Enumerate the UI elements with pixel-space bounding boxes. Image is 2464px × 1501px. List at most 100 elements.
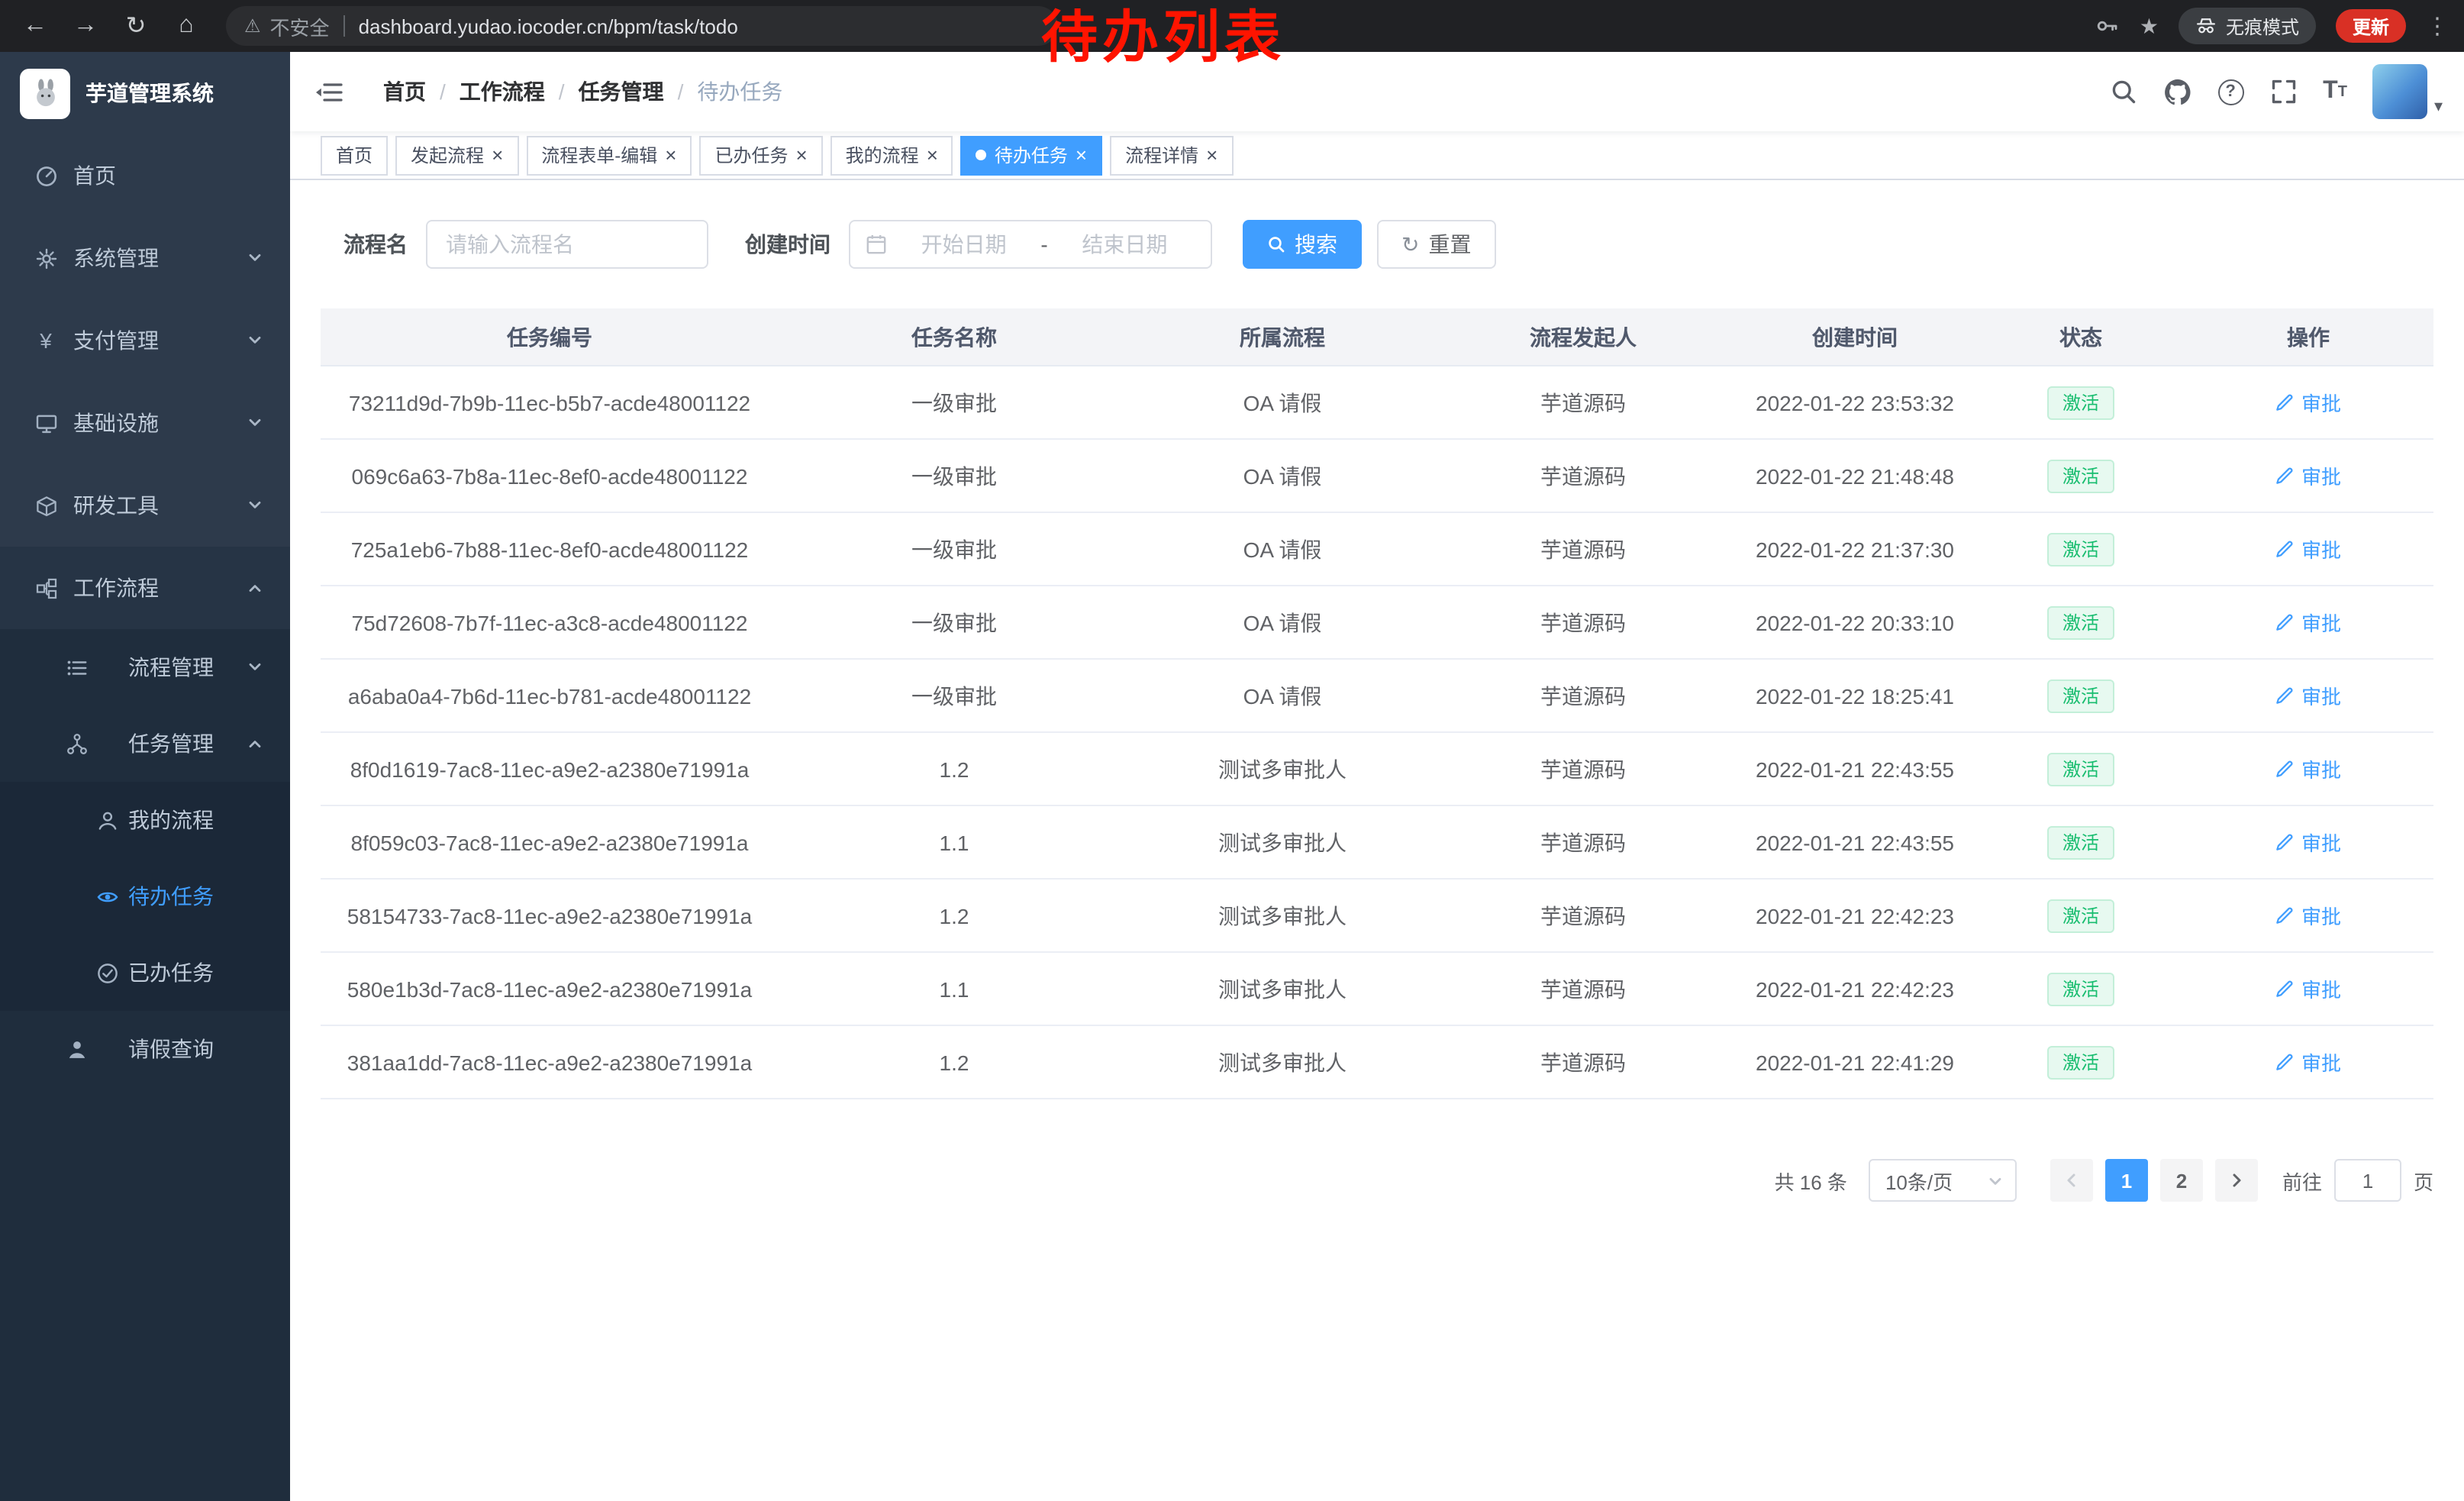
tab-process-detail[interactable]: 流程详情 ×: [1110, 135, 1233, 175]
cell-task-name: 1.1: [779, 976, 1130, 1001]
browser-menu-icon[interactable]: ⋮: [2426, 12, 2449, 40]
chevron-down-icon: [247, 250, 263, 266]
chevron-down-icon: [247, 415, 263, 431]
update-label: 更新: [2353, 13, 2389, 39]
approve-link[interactable]: 审批: [2275, 608, 2341, 637]
search-icon[interactable]: [2109, 78, 2137, 105]
breadcrumb-task-management[interactable]: 任务管理: [579, 76, 664, 107]
sidebar-item-system[interactable]: 系统管理: [0, 217, 290, 299]
sidebar-item-done-tasks[interactable]: 已办任务: [0, 934, 290, 1011]
eye-icon: [95, 884, 119, 909]
close-icon[interactable]: ×: [492, 145, 503, 165]
date-range-picker[interactable]: 开始日期 - 结束日期: [849, 220, 1212, 269]
breadcrumb: 首页 / 工作流程 / 任务管理 / 待办任务: [383, 76, 782, 107]
sidebar-item-dev-tools[interactable]: 研发工具: [0, 464, 290, 547]
cell-task-id: 75d72608-7b7f-11ec-a3c8-acde48001122: [321, 610, 779, 634]
caret-down-icon: ▾: [2434, 96, 2443, 119]
tab-home[interactable]: 首页: [321, 135, 388, 175]
breadcrumb-workflow[interactable]: 工作流程: [460, 76, 545, 107]
address-bar[interactable]: ⚠ 不安全 dashboard.yudao.iocoder.cn/bpm/tas…: [226, 6, 1058, 46]
app-logo[interactable]: 芋道管理系统: [0, 52, 290, 134]
search-button[interactable]: 搜索: [1243, 220, 1362, 269]
close-icon[interactable]: ×: [927, 145, 938, 165]
update-button[interactable]: 更新: [2336, 9, 2406, 43]
tab-todo-tasks[interactable]: 待办任务 ×: [961, 135, 1102, 175]
edit-icon: [2275, 466, 2295, 486]
edit-icon: [2275, 1052, 2295, 1072]
approve-link[interactable]: 审批: [2275, 388, 2341, 417]
approve-link[interactable]: 审批: [2275, 681, 2341, 710]
sidebar-item-payment[interactable]: ¥ 支付管理: [0, 299, 290, 382]
breadcrumb-separator: /: [678, 79, 684, 104]
approve-link[interactable]: 审批: [2275, 534, 2341, 563]
sidebar-item-label: 流程管理: [128, 652, 214, 683]
home-icon[interactable]: ⌂: [171, 12, 202, 40]
close-icon[interactable]: ×: [1076, 145, 1087, 165]
cell-initiator: 芋道源码: [1435, 680, 1731, 711]
tab-my-processes[interactable]: 我的流程 ×: [830, 135, 953, 175]
forward-icon[interactable]: →: [70, 12, 101, 40]
breadcrumb-home[interactable]: 首页: [383, 76, 426, 107]
edit-icon: [2275, 905, 2295, 925]
close-icon[interactable]: ×: [795, 145, 807, 165]
font-size-icon[interactable]: TT: [2323, 78, 2347, 105]
tab-start-process[interactable]: 发起流程 ×: [395, 135, 518, 175]
approve-link[interactable]: 审批: [2275, 461, 2341, 490]
approve-label: 审批: [2301, 1047, 2341, 1077]
sidebar-item-home[interactable]: 首页: [0, 134, 290, 217]
browser-actions: ★ 无痕模式 更新 ⋮: [2095, 8, 2464, 44]
user-menu[interactable]: ▾: [2373, 64, 2443, 119]
tab-label: 待办任务: [995, 142, 1068, 168]
back-icon[interactable]: ←: [20, 12, 50, 40]
process-name-input[interactable]: [426, 220, 708, 269]
chevron-down-icon: [1988, 1174, 2003, 1190]
sidebar-item-todo-tasks[interactable]: 待办任务: [0, 858, 290, 934]
sidebar-item-process-management[interactable]: 流程管理: [0, 629, 290, 705]
approve-label: 审批: [2301, 608, 2341, 637]
table-row: 8f0d1619-7ac8-11ec-a9e2-a2380e71991a 1.2…: [321, 733, 2433, 806]
sidebar-item-leave-query[interactable]: 请假查询: [0, 1011, 290, 1087]
prev-page-button[interactable]: [2050, 1159, 2093, 1202]
chevron-down-icon: [247, 498, 263, 513]
close-icon[interactable]: ×: [1206, 145, 1217, 165]
cell-task-id: 580e1b3d-7ac8-11ec-a9e2-a2380e71991a: [321, 976, 779, 1001]
cell-task-name: 一级审批: [779, 460, 1130, 491]
goto-page-input[interactable]: [2334, 1159, 2401, 1202]
cell-task-id: 069c6a63-7b8a-11ec-8ef0-acde48001122: [321, 463, 779, 488]
page-size-select[interactable]: 10条/页: [1869, 1159, 2017, 1202]
active-tab-dot: [976, 150, 987, 160]
approve-link[interactable]: 审批: [2275, 828, 2341, 857]
avatar[interactable]: [2373, 64, 2428, 119]
github-icon[interactable]: [2162, 77, 2191, 106]
cell-task-name: 一级审批: [779, 534, 1130, 564]
cell-initiator: 芋道源码: [1435, 754, 1731, 784]
filter-bar: 流程名 创建时间 开始日期 - 结束日期 搜索 ↻ 重置: [321, 220, 2433, 269]
approve-link[interactable]: 审批: [2275, 901, 2341, 930]
next-page-button[interactable]: [2215, 1159, 2258, 1202]
sidebar-item-my-processes[interactable]: 我的流程: [0, 782, 290, 858]
tab-done-tasks[interactable]: 已办任务 ×: [699, 135, 822, 175]
bookmark-star-icon[interactable]: ★: [2140, 13, 2159, 39]
tab-process-form-edit[interactable]: 流程表单-编辑 ×: [526, 135, 692, 175]
cell-created: 2022-01-21 22:43:55: [1731, 757, 1979, 781]
cell-task-name: 1.2: [779, 757, 1130, 781]
help-icon[interactable]: ?: [2217, 79, 2243, 105]
reload-icon[interactable]: ↻: [121, 11, 151, 41]
sidebar-item-infrastructure[interactable]: 基础设施: [0, 382, 290, 464]
edit-icon: [2275, 979, 2295, 999]
approve-link[interactable]: 审批: [2275, 754, 2341, 783]
page-button-2[interactable]: 2: [2160, 1159, 2203, 1202]
fullscreen-icon[interactable]: [2269, 78, 2297, 105]
tab-label: 流程详情: [1125, 142, 1198, 168]
close-icon[interactable]: ×: [665, 145, 676, 165]
todo-tasks-table: 任务编号 任务名称 所属流程 流程发起人 创建时间 状态 操作 73211d9d…: [321, 308, 2433, 1099]
approve-link[interactable]: 审批: [2275, 1047, 2341, 1077]
reset-button[interactable]: ↻ 重置: [1377, 220, 1495, 269]
sidebar-toggle-icon[interactable]: [314, 79, 343, 105]
sidebar-item-task-management[interactable]: 任务管理: [0, 705, 290, 782]
page-button-1[interactable]: 1: [2105, 1159, 2148, 1202]
sidebar-item-workflow[interactable]: 工作流程: [0, 547, 290, 629]
approve-link[interactable]: 审批: [2275, 974, 2341, 1003]
key-icon[interactable]: [2095, 14, 2120, 38]
sidebar: 芋道管理系统 首页 系统管理 ¥ 支付管理 基础设施: [0, 52, 290, 1501]
